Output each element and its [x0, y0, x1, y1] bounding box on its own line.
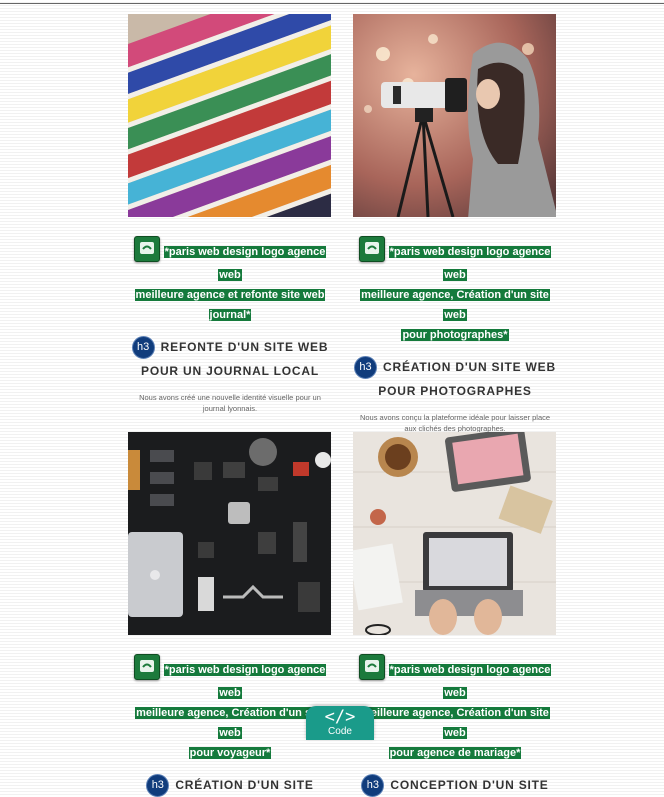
desk-laptop-image-link[interactable]	[353, 432, 556, 635]
h3-badge-icon: h3	[146, 774, 170, 797]
card-title-line: CRÉATION D'UN SITE	[175, 778, 314, 792]
portfolio-card-journal: *paris web design logo agence web meille…	[128, 14, 332, 414]
h3-badge-icon: h3	[131, 336, 155, 360]
photographer-image	[353, 14, 556, 217]
image-link-alt-text[interactable]: *paris web design logo agence web meille…	[128, 654, 332, 763]
alt-text-line: *paris web design logo agence web	[163, 663, 327, 699]
card-title-line: CONCEPTION D'UN SITE	[390, 778, 549, 792]
link-icon	[133, 236, 160, 262]
top-divider	[0, 3, 664, 4]
alt-text-line: *paris web design logo agence web	[163, 245, 327, 281]
photographer-image-link[interactable]	[353, 14, 556, 217]
gear-flatlay-image-link[interactable]	[128, 432, 331, 635]
card-title-line: CRÉATION D'UN SITE WEB	[383, 360, 556, 374]
card-title: h3 CRÉATION D'UN SITE WEB POUR PHOTOGRAPH…	[353, 355, 557, 403]
alt-text-line: pour photographes*	[401, 329, 509, 341]
card-title: h3 CONCEPTION D'UN SITE	[353, 773, 557, 797]
link-icon	[358, 236, 385, 262]
image-link-alt-text[interactable]: *paris web design logo agence web meille…	[128, 236, 332, 325]
alt-text-line: pour agence de mariage*	[388, 747, 522, 759]
portfolio-card-voyageur: *paris web design logo agence web meille…	[128, 432, 332, 797]
h3-badge-icon: h3	[361, 774, 385, 797]
alt-text-line: meilleure agence, Création d'un site web	[135, 707, 325, 739]
alt-text-line: *paris web design logo agence web	[388, 663, 552, 699]
code-icon: </>	[324, 707, 356, 727]
card-title-line: POUR UN JOURNAL LOCAL	[141, 364, 319, 379]
image-link-alt-text[interactable]: *paris web design logo agence web meille…	[353, 654, 557, 763]
card-title: h3 REFONTE D'UN SITE WEB POUR UN JOURNAL …	[128, 335, 332, 383]
card-title: h3 CRÉATION D'UN SITE	[128, 773, 332, 797]
magazines-image	[128, 14, 331, 217]
card-title-line: POUR PHOTOGRAPHES	[378, 384, 532, 399]
alt-text-line: meilleure agence et refonte site web	[134, 289, 326, 301]
gear-flatlay-image	[128, 432, 331, 635]
portfolio-card-photographes: *paris web design logo agence web meille…	[353, 14, 557, 434]
link-icon	[358, 654, 385, 680]
card-description: Nous avons créé une nouvelle identité vi…	[139, 393, 321, 414]
alt-text-line: meilleure agence, Création d'un site web	[360, 289, 550, 321]
h3-badge-icon: h3	[354, 356, 378, 380]
code-tab-label: Code	[328, 726, 352, 737]
card-title-line: REFONTE D'UN SITE WEB	[160, 340, 329, 354]
magazines-image-link[interactable]	[128, 14, 331, 217]
link-icon	[133, 654, 160, 680]
alt-text-line: journal*	[208, 309, 252, 321]
image-link-alt-text[interactable]: *paris web design logo agence web meille…	[353, 236, 557, 345]
portfolio-card-mariage: *paris web design logo agence web meille…	[353, 432, 557, 797]
alt-text-line: *paris web design logo agence web	[388, 245, 552, 281]
desk-laptop-image	[353, 432, 556, 635]
alt-text-line: meilleure agence, Création d'un site web	[360, 707, 550, 739]
alt-text-line: pour voyageur*	[188, 747, 272, 759]
